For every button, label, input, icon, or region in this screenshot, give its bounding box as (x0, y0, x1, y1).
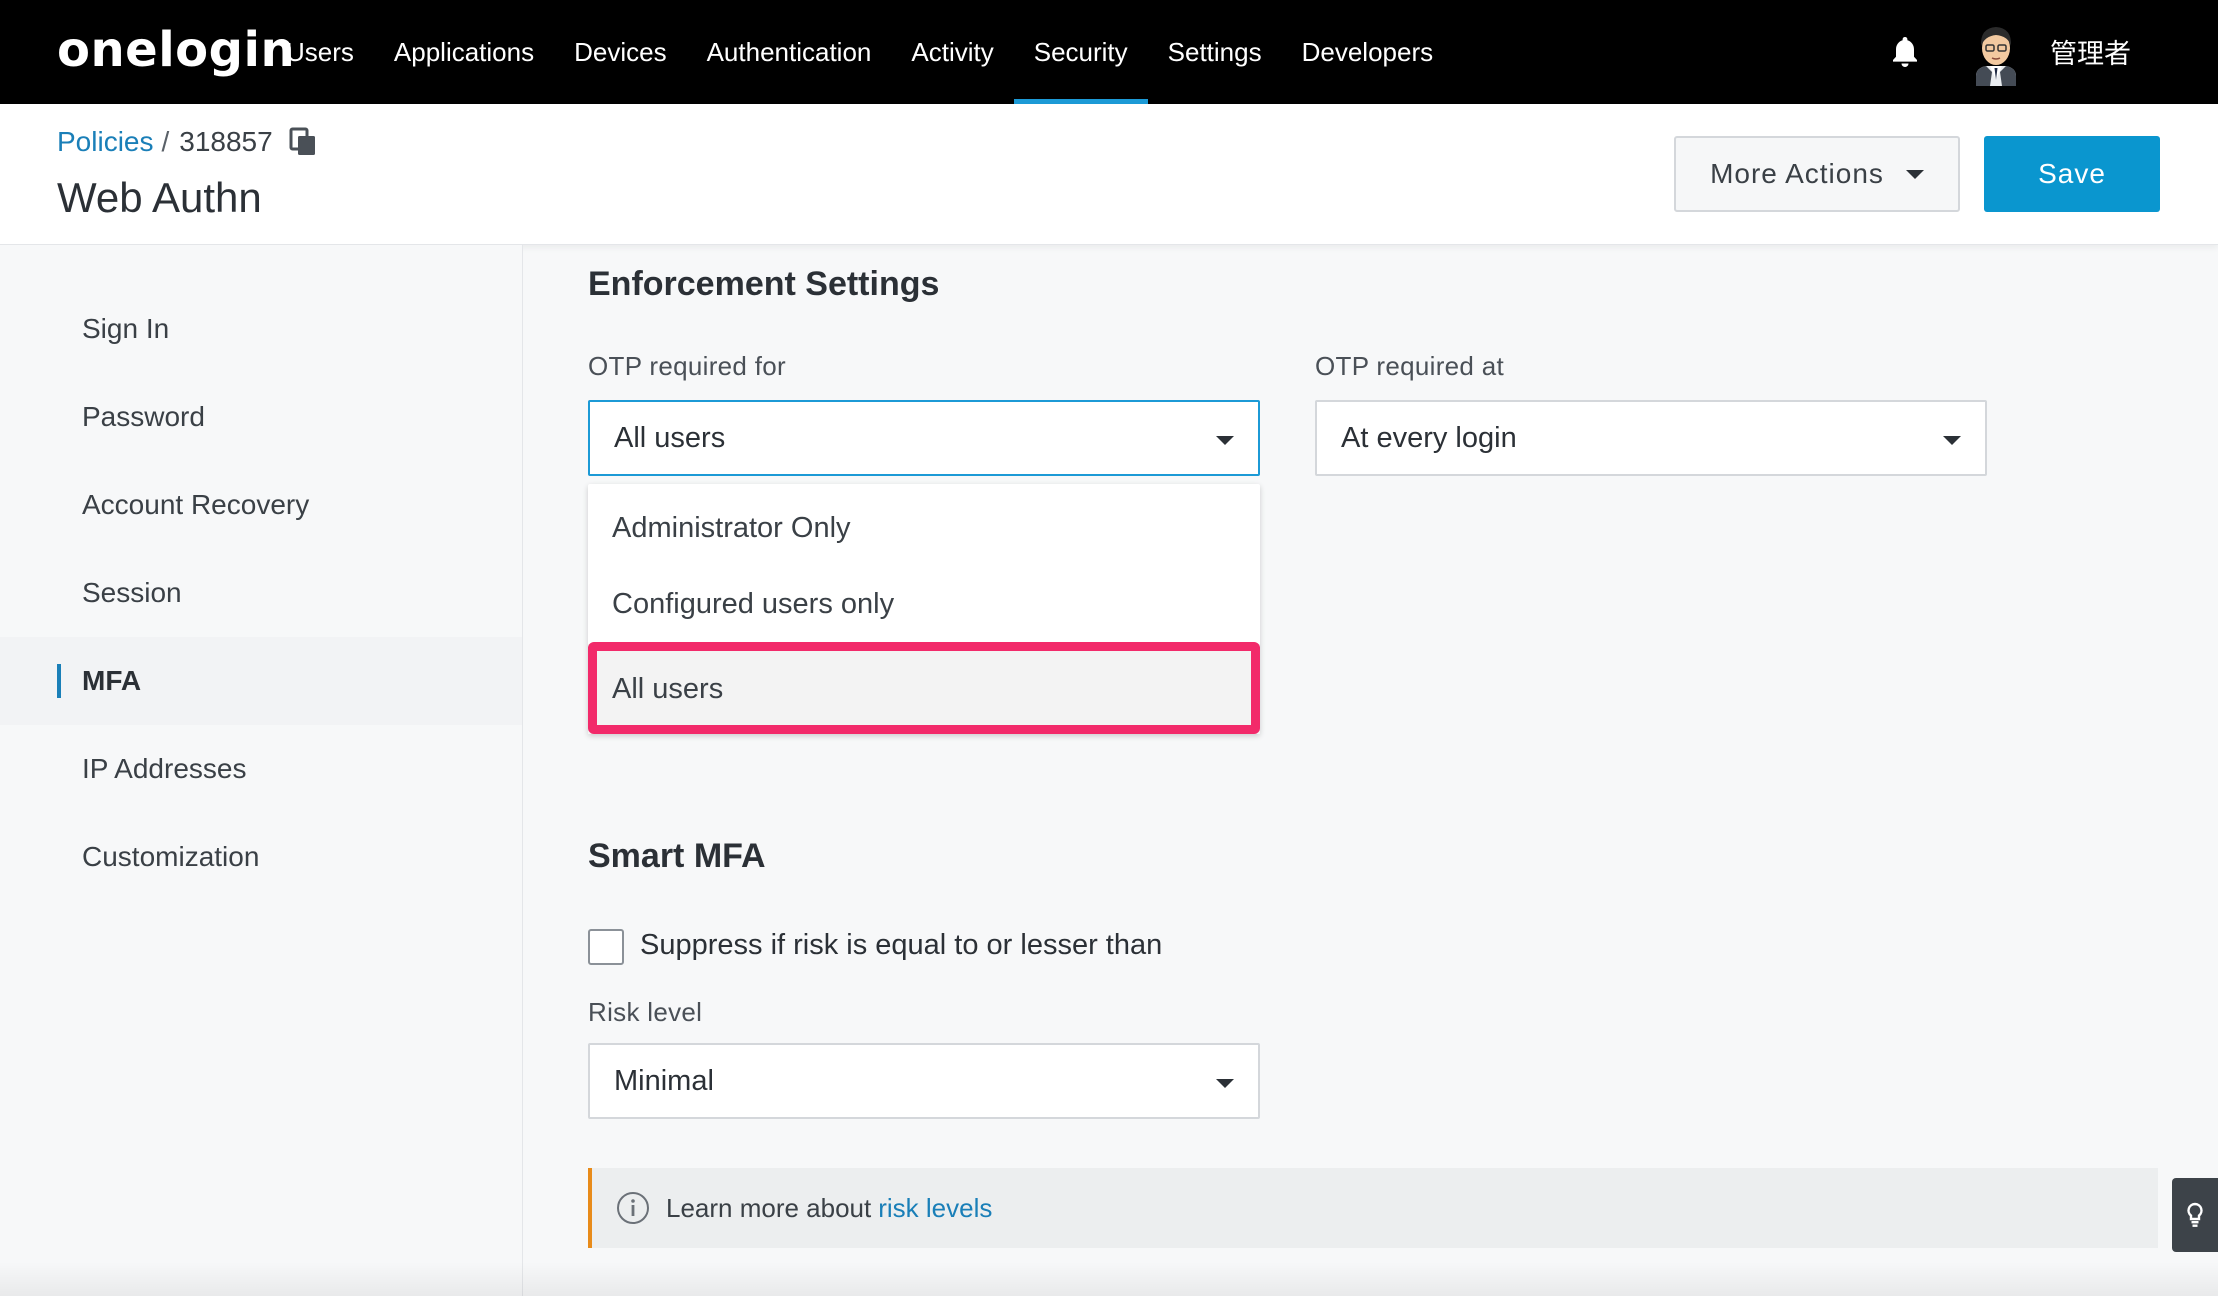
save-button[interactable]: Save (1984, 136, 2160, 212)
top-nav-bar: onelogin Users Applications Devices Auth… (0, 0, 2218, 104)
caret-down-icon (1943, 436, 1961, 445)
sidebar-item-customization[interactable]: Customization (0, 813, 522, 901)
copy-icon[interactable] (289, 127, 317, 157)
otp-required-for-dropdown: Administrator Only Configured users only… (588, 484, 1260, 734)
user-name[interactable]: 管理者 (2050, 32, 2131, 71)
nav-item-authentication[interactable]: Authentication (687, 0, 892, 104)
caret-down-icon (1216, 436, 1234, 445)
more-actions-label: More Actions (1710, 158, 1884, 189)
notification-bell-icon[interactable] (1890, 35, 1920, 69)
sidebar-item-password[interactable]: Password (0, 373, 522, 461)
otp-required-at-value: At every login (1341, 421, 1517, 454)
sidebar-item-sign-in[interactable]: Sign In (0, 285, 522, 373)
breadcrumb-separator: / (161, 126, 170, 157)
otp-required-at-label: OTP required at (1315, 351, 1505, 381)
risk-level-label: Risk level (588, 997, 703, 1027)
nav-item-settings[interactable]: Settings (1148, 0, 1282, 104)
breadcrumb-policies-link[interactable]: Policies (57, 126, 153, 158)
main-content: Enforcement Settings OTP required for Al… (524, 245, 2218, 1296)
page-header: Policies / 318857 Web Authn More Actions… (0, 104, 2218, 245)
user-avatar-icon[interactable] (1970, 20, 2022, 86)
suppress-risk-label[interactable]: Suppress if risk is equal to or lesser t… (640, 929, 1162, 962)
info-callout: Learn more about risk levels (588, 1168, 2158, 1248)
more-actions-button[interactable]: More Actions (1674, 136, 1960, 212)
risk-level-select[interactable]: Minimal (588, 1043, 1260, 1119)
sidebar-item-session[interactable]: Session (0, 549, 522, 637)
onelogin-logo[interactable]: onelogin (57, 22, 295, 78)
risk-levels-link[interactable]: risk levels (878, 1193, 992, 1224)
policy-sidebar: Sign In Password Account Recovery Sessio… (0, 245, 523, 1296)
nav-item-users[interactable]: Users (266, 0, 374, 104)
breadcrumb: Policies / 318857 (57, 126, 317, 158)
enforcement-settings-title: Enforcement Settings (588, 265, 940, 303)
smart-mfa-title: Smart MFA (588, 837, 766, 875)
nav-item-devices[interactable]: Devices (554, 0, 686, 104)
option-all-users[interactable]: All users (588, 644, 1260, 734)
sidebar-item-mfa[interactable]: MFA (0, 637, 522, 725)
sidebar-item-account-recovery[interactable]: Account Recovery (0, 461, 522, 549)
lightbulb-icon (2187, 1202, 2203, 1227)
otp-required-for-value: All users (614, 421, 726, 454)
page-title: Web Authn (57, 174, 262, 221)
otp-required-at-select[interactable]: At every login (1315, 400, 1987, 476)
suppress-risk-checkbox[interactable] (588, 929, 624, 965)
option-administrator-only[interactable]: Administrator Only (588, 490, 1260, 566)
info-icon (617, 1192, 649, 1224)
main-nav: Users Applications Devices Authenticatio… (266, 0, 1453, 104)
risk-level-value: Minimal (614, 1064, 714, 1097)
nav-item-developers[interactable]: Developers (1282, 0, 1454, 104)
nav-item-security[interactable]: Security (1013, 0, 1148, 104)
otp-required-for-label: OTP required for (588, 351, 786, 381)
policy-id: 318857 (179, 126, 273, 157)
info-text: Learn more about (666, 1192, 872, 1223)
help-tab[interactable] (2172, 1178, 2218, 1252)
nav-item-activity[interactable]: Activity (891, 0, 1013, 104)
sidebar-item-ip-addresses[interactable]: IP Addresses (0, 725, 522, 813)
caret-down-icon (1905, 169, 1924, 179)
otp-required-for-select[interactable]: All users (588, 400, 1260, 476)
bottom-shadow (0, 1262, 2218, 1296)
nav-item-applications[interactable]: Applications (374, 0, 554, 104)
option-configured-users-only[interactable]: Configured users only (588, 566, 1260, 642)
caret-down-icon (1216, 1079, 1234, 1088)
